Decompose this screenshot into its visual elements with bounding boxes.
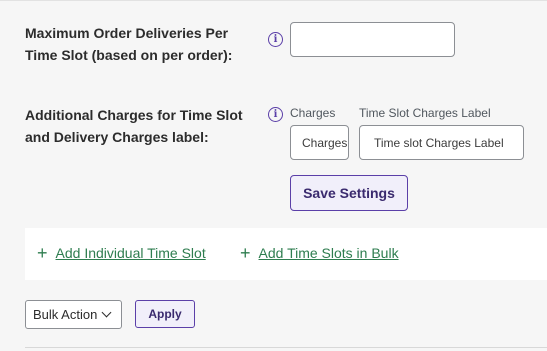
bulk-action-value: Bulk Action <box>33 307 98 322</box>
max-orders-label-line1: Maximum Order Deliveries Per <box>25 25 229 41</box>
info-icon[interactable]: i <box>268 107 283 122</box>
add-time-slots-bulk-link[interactable]: + Add Time Slots in Bulk <box>240 243 399 263</box>
charges-input[interactable]: Charges <box>290 125 349 160</box>
plus-icon: + <box>37 243 48 263</box>
max-orders-input[interactable] <box>290 22 455 57</box>
charges-label-caption: Time Slot Charges Label <box>359 106 491 120</box>
divider <box>25 347 547 348</box>
info-icon[interactable]: i <box>268 32 283 47</box>
max-orders-label-line2: Time Slot (based on per order): <box>25 47 233 63</box>
add-individual-time-slot-text: Add Individual Time Slot <box>55 245 206 261</box>
add-time-slot-bar: + Add Individual Time Slot + Add Time Sl… <box>25 228 547 280</box>
save-settings-button[interactable]: Save Settings <box>290 175 408 211</box>
bulk-action-select[interactable]: Bulk Action <box>25 300 122 329</box>
settings-panel: Maximum Order Deliveries Per Time Slot (… <box>0 0 547 228</box>
additional-charges-label-line1: Additional Charges for Time Slot <box>25 107 243 123</box>
charges-placeholder: Charges <box>302 135 348 150</box>
add-individual-time-slot-link[interactable]: + Add Individual Time Slot <box>37 243 206 263</box>
additional-charges-label: Additional Charges for Time Slot and Del… <box>25 104 243 148</box>
apply-button[interactable]: Apply <box>135 300 195 328</box>
max-orders-label: Maximum Order Deliveries Per Time Slot (… <box>25 22 232 66</box>
charges-caption: Charges <box>290 106 336 120</box>
charges-label-input[interactable]: Time slot Charges Label <box>359 125 524 160</box>
additional-charges-label-line2: and Delivery Charges label: <box>25 129 209 145</box>
charges-label-placeholder: Time slot Charges Label <box>374 135 504 150</box>
add-time-slots-bulk-text: Add Time Slots in Bulk <box>258 245 399 261</box>
plus-icon: + <box>240 243 251 263</box>
chevron-down-icon <box>101 307 112 318</box>
